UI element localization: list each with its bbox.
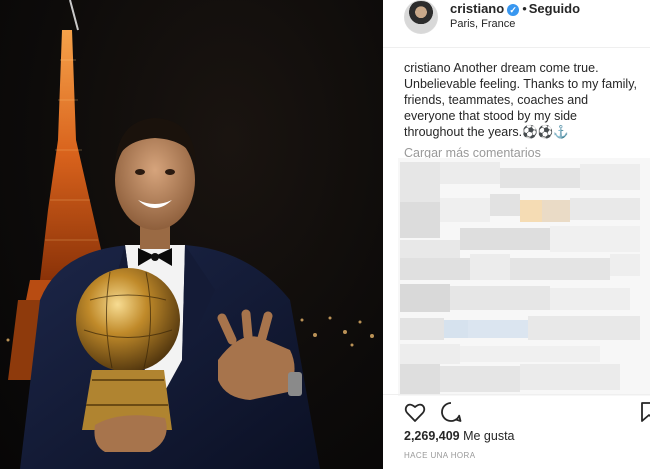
post-photo-illustration bbox=[6, 0, 374, 469]
post-side-panel: cristiano ✓ • Seguido Paris, France cristia… bbox=[383, 0, 650, 469]
caption-emojis: ⚽⚽⚓ bbox=[522, 125, 569, 139]
comment-icon[interactable] bbox=[439, 400, 463, 424]
avatar[interactable] bbox=[404, 0, 438, 34]
following-button[interactable]: Seguido bbox=[529, 1, 580, 16]
likes-label: Me gusta bbox=[463, 429, 515, 443]
likes-number: 2,269,409 bbox=[404, 429, 460, 443]
post-timestamp[interactable]: Hace una hora bbox=[404, 451, 475, 460]
username-link[interactable]: cristiano bbox=[450, 1, 504, 16]
verified-badge-icon: ✓ bbox=[507, 4, 520, 16]
likes-count[interactable]: 2,269,409 Me gusta bbox=[404, 429, 515, 443]
post-actions: 2,269,409 Me gusta Hace una hora bbox=[383, 394, 650, 469]
location-link[interactable]: Paris, France bbox=[450, 18, 515, 30]
post-caption: cristiano Another dream come true. Unbel… bbox=[404, 60, 640, 140]
pixelated-comment-blocks bbox=[398, 158, 650, 396]
bookmark-icon[interactable] bbox=[637, 400, 650, 424]
separator-dot: • bbox=[522, 1, 527, 16]
post-username-row: cristiano ✓ • Seguido bbox=[450, 1, 580, 16]
blurred-comments bbox=[398, 158, 650, 396]
post-header: cristiano ✓ • Seguido Paris, France bbox=[383, 0, 650, 48]
heart-icon[interactable] bbox=[403, 400, 427, 424]
post-photo[interactable] bbox=[0, 0, 383, 469]
caption-username[interactable]: cristiano bbox=[404, 61, 451, 75]
